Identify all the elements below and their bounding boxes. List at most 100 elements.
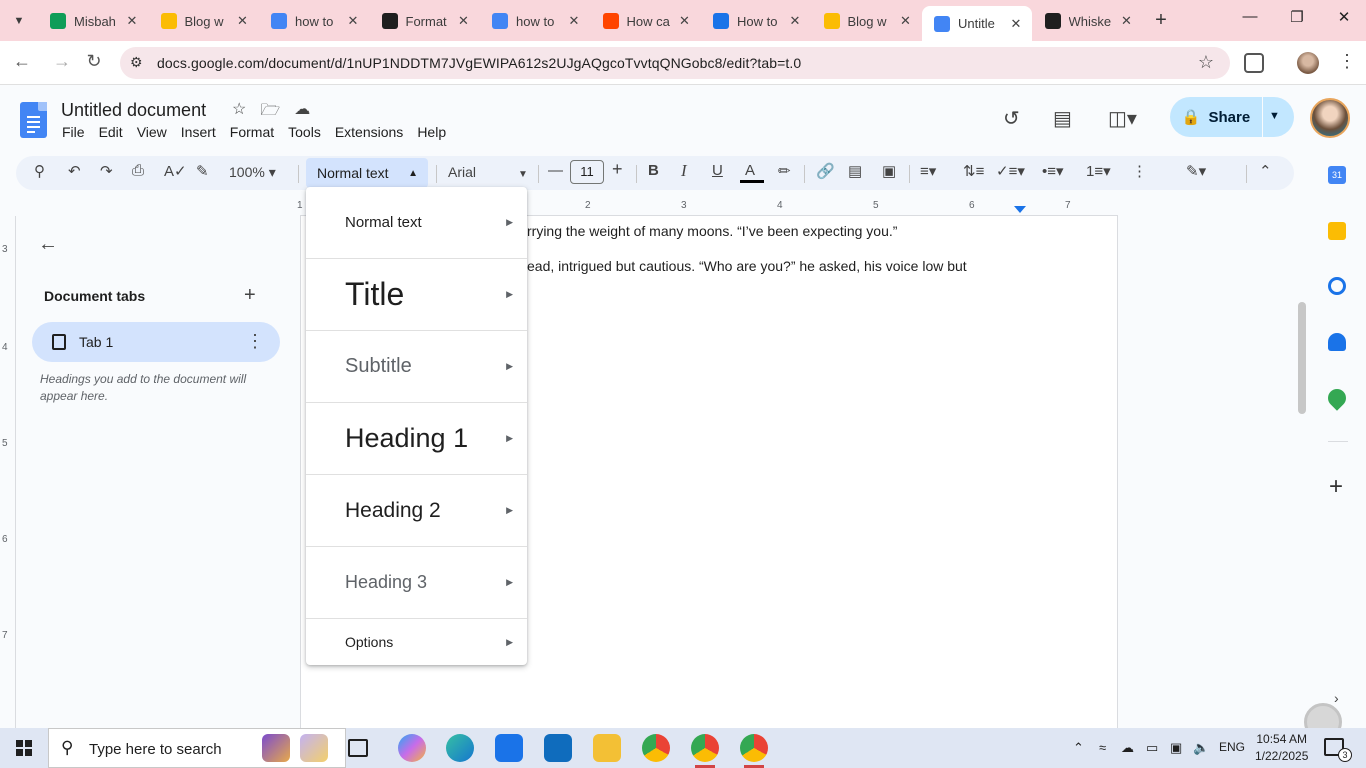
browser-tab[interactable]: How ca ✕ — [591, 6, 701, 36]
menu-tools[interactable]: Tools — [281, 124, 328, 140]
bookmark-star-icon[interactable]: ☆ — [1198, 52, 1214, 73]
forward-icon[interactable]: → — [50, 51, 74, 72]
language-indicator[interactable]: ENG — [1219, 740, 1245, 754]
reload-icon[interactable]: ↻ — [82, 51, 106, 72]
menu-file[interactable]: File — [55, 124, 92, 140]
print-icon[interactable]: ⎙ — [132, 162, 144, 179]
increase-font-size-icon[interactable]: + — [612, 159, 623, 180]
style-option-subtitle[interactable]: Subtitle ▶ — [306, 331, 527, 403]
minimize-icon[interactable]: — — [1235, 8, 1265, 25]
edge-icon[interactable] — [446, 734, 474, 762]
chrome-icon[interactable] — [642, 734, 670, 762]
browser-tab[interactable]: Untitle ✕ — [922, 6, 1032, 41]
outlook-icon[interactable] — [544, 734, 572, 762]
keep-icon[interactable] — [1328, 222, 1346, 240]
account-avatar[interactable] — [1310, 98, 1350, 138]
undo-icon[interactable]: ↶ — [68, 162, 81, 180]
highlight-color-icon[interactable]: ✏ — [778, 162, 791, 180]
paint-format-icon[interactable]: ✎ — [196, 162, 209, 180]
file-explorer-icon[interactable] — [593, 734, 621, 762]
redo-icon[interactable]: ↷ — [100, 162, 113, 180]
close-tab-icon[interactable]: ✕ — [1008, 16, 1024, 32]
document-tab-1[interactable]: Tab 1 ⋮ — [32, 322, 280, 362]
document-title[interactable]: Untitled document — [61, 100, 206, 121]
battery-icon[interactable]: ▭ — [1146, 740, 1158, 756]
search-menus-icon[interactable]: ⚲ — [34, 162, 45, 180]
browser-tab[interactable]: Whiske ✕ — [1033, 6, 1143, 36]
menu-view[interactable]: View — [130, 124, 174, 140]
browser-tab[interactable]: How to ✕ — [701, 6, 811, 36]
menu-edit[interactable]: Edit — [92, 124, 130, 140]
browser-profile-avatar[interactable] — [1297, 52, 1319, 74]
style-option-heading-3[interactable]: Heading 3 ▶ — [306, 547, 527, 619]
maps-icon[interactable] — [1324, 385, 1350, 411]
clipchamp-icon[interactable] — [262, 734, 290, 762]
checklist-icon[interactable]: ✓≡▾ — [996, 162, 1025, 180]
tab-search-chevron-icon[interactable]: ▼ — [8, 10, 30, 32]
volume-muted-icon[interactable]: 🔈 — [1193, 740, 1209, 756]
microsoft-store-icon[interactable] — [495, 734, 523, 762]
close-tab-icon[interactable]: ✕ — [1119, 13, 1135, 29]
font-size-input[interactable]: 11 — [570, 160, 604, 184]
zoom-select[interactable]: 100% ▾ — [229, 164, 276, 181]
tab-options-icon[interactable]: ⋮ — [246, 331, 264, 352]
cloud-status-icon[interactable]: ☁ — [294, 99, 310, 126]
bulleted-list-icon[interactable]: •≡▾ — [1042, 162, 1064, 180]
chrome-profile-icon[interactable] — [691, 734, 719, 768]
expand-side-panel-icon[interactable]: › — [1334, 690, 1339, 706]
whiteboard-icon[interactable] — [300, 734, 328, 762]
share-options-chevron-icon[interactable]: ▼ — [1269, 110, 1280, 122]
editing-mode-icon[interactable]: ✎▾ — [1186, 162, 1206, 180]
docs-logo-icon[interactable] — [20, 102, 47, 138]
insert-link-icon[interactable]: 🔗 — [816, 162, 835, 180]
site-info-icon[interactable]: ⚙ — [130, 54, 143, 71]
font-select[interactable]: Arial ▼ — [448, 164, 528, 180]
bold-icon[interactable]: B — [648, 162, 659, 179]
new-tab-button[interactable]: + — [1150, 9, 1172, 32]
paragraph-style-select[interactable]: Normal text ▲ — [306, 158, 428, 188]
url-text[interactable]: docs.google.com/document/d/1nUP1NDDTM7JV… — [157, 55, 801, 71]
extensions-icon[interactable] — [1244, 53, 1264, 73]
document-text-line[interactable]: rrying the weight of many moons. “I’ve b… — [527, 223, 897, 239]
contacts-icon[interactable] — [1328, 333, 1346, 351]
close-tab-icon[interactable]: ✕ — [124, 13, 140, 29]
close-tab-icon[interactable]: ✕ — [566, 13, 582, 29]
style-option-normal-text[interactable]: Normal text ▶ — [306, 187, 527, 259]
spellcheck-icon[interactable]: A✓ — [164, 162, 187, 180]
style-option-heading-2[interactable]: Heading 2 ▶ — [306, 475, 527, 547]
close-tab-icon[interactable]: ✕ — [787, 13, 803, 29]
italic-icon[interactable]: I — [681, 161, 687, 181]
align-icon[interactable]: ≡▾ — [920, 162, 936, 180]
close-window-icon[interactable]: ✕ — [1329, 8, 1359, 26]
style-option-title[interactable]: Title ▶ — [306, 259, 527, 331]
browser-tab[interactable]: how to ✕ — [259, 6, 369, 36]
wifi-icon[interactable]: ≈ — [1099, 740, 1106, 755]
browser-menu-icon[interactable]: ⋮ — [1338, 51, 1356, 72]
close-tab-icon[interactable]: ✕ — [677, 13, 693, 29]
line-spacing-icon[interactable]: ⇅≡ — [963, 162, 984, 180]
hide-menus-chevron-icon[interactable]: ⌃ — [1259, 162, 1272, 180]
menu-format[interactable]: Format — [223, 124, 281, 140]
share-button[interactable]: 🔒 Share ▼ — [1170, 97, 1294, 137]
task-view-icon[interactable] — [348, 739, 368, 757]
omnibox[interactable]: ⚙ docs.google.com/document/d/1nUP1NDDTM7… — [120, 47, 1230, 79]
close-tab-icon[interactable]: ✕ — [456, 13, 472, 29]
tasks-icon[interactable] — [1328, 277, 1346, 295]
browser-tab[interactable]: Blog w ✕ — [149, 6, 259, 36]
text-color-icon[interactable]: A — [745, 162, 755, 179]
browser-tab[interactable]: Misbah ✕ — [38, 6, 148, 36]
meet-now-icon[interactable]: ▣ — [1170, 740, 1182, 756]
vertical-ruler[interactable]: 3 4 5 6 7 — [0, 216, 16, 728]
insert-image-icon[interactable]: ▣ — [882, 162, 896, 180]
back-icon[interactable]: ← — [10, 51, 34, 72]
document-text-line[interactable]: ead, intrigued but cautious. “Who are yo… — [527, 258, 967, 274]
taskbar-clock[interactable]: 10:54 AM 1/22/2025 — [1255, 731, 1308, 765]
style-option-options[interactable]: Options ▶ — [306, 619, 527, 665]
more-options-icon[interactable]: ⋮ — [1132, 162, 1147, 180]
style-option-heading-1[interactable]: Heading 1 ▶ — [306, 403, 527, 475]
get-addons-icon[interactable]: + — [1329, 473, 1343, 501]
copilot-icon[interactable] — [398, 734, 426, 762]
menu-help[interactable]: Help — [410, 124, 453, 140]
right-indent-marker[interactable] — [1014, 206, 1026, 213]
show-hidden-icons-chevron-icon[interactable]: ⌃ — [1073, 740, 1084, 756]
